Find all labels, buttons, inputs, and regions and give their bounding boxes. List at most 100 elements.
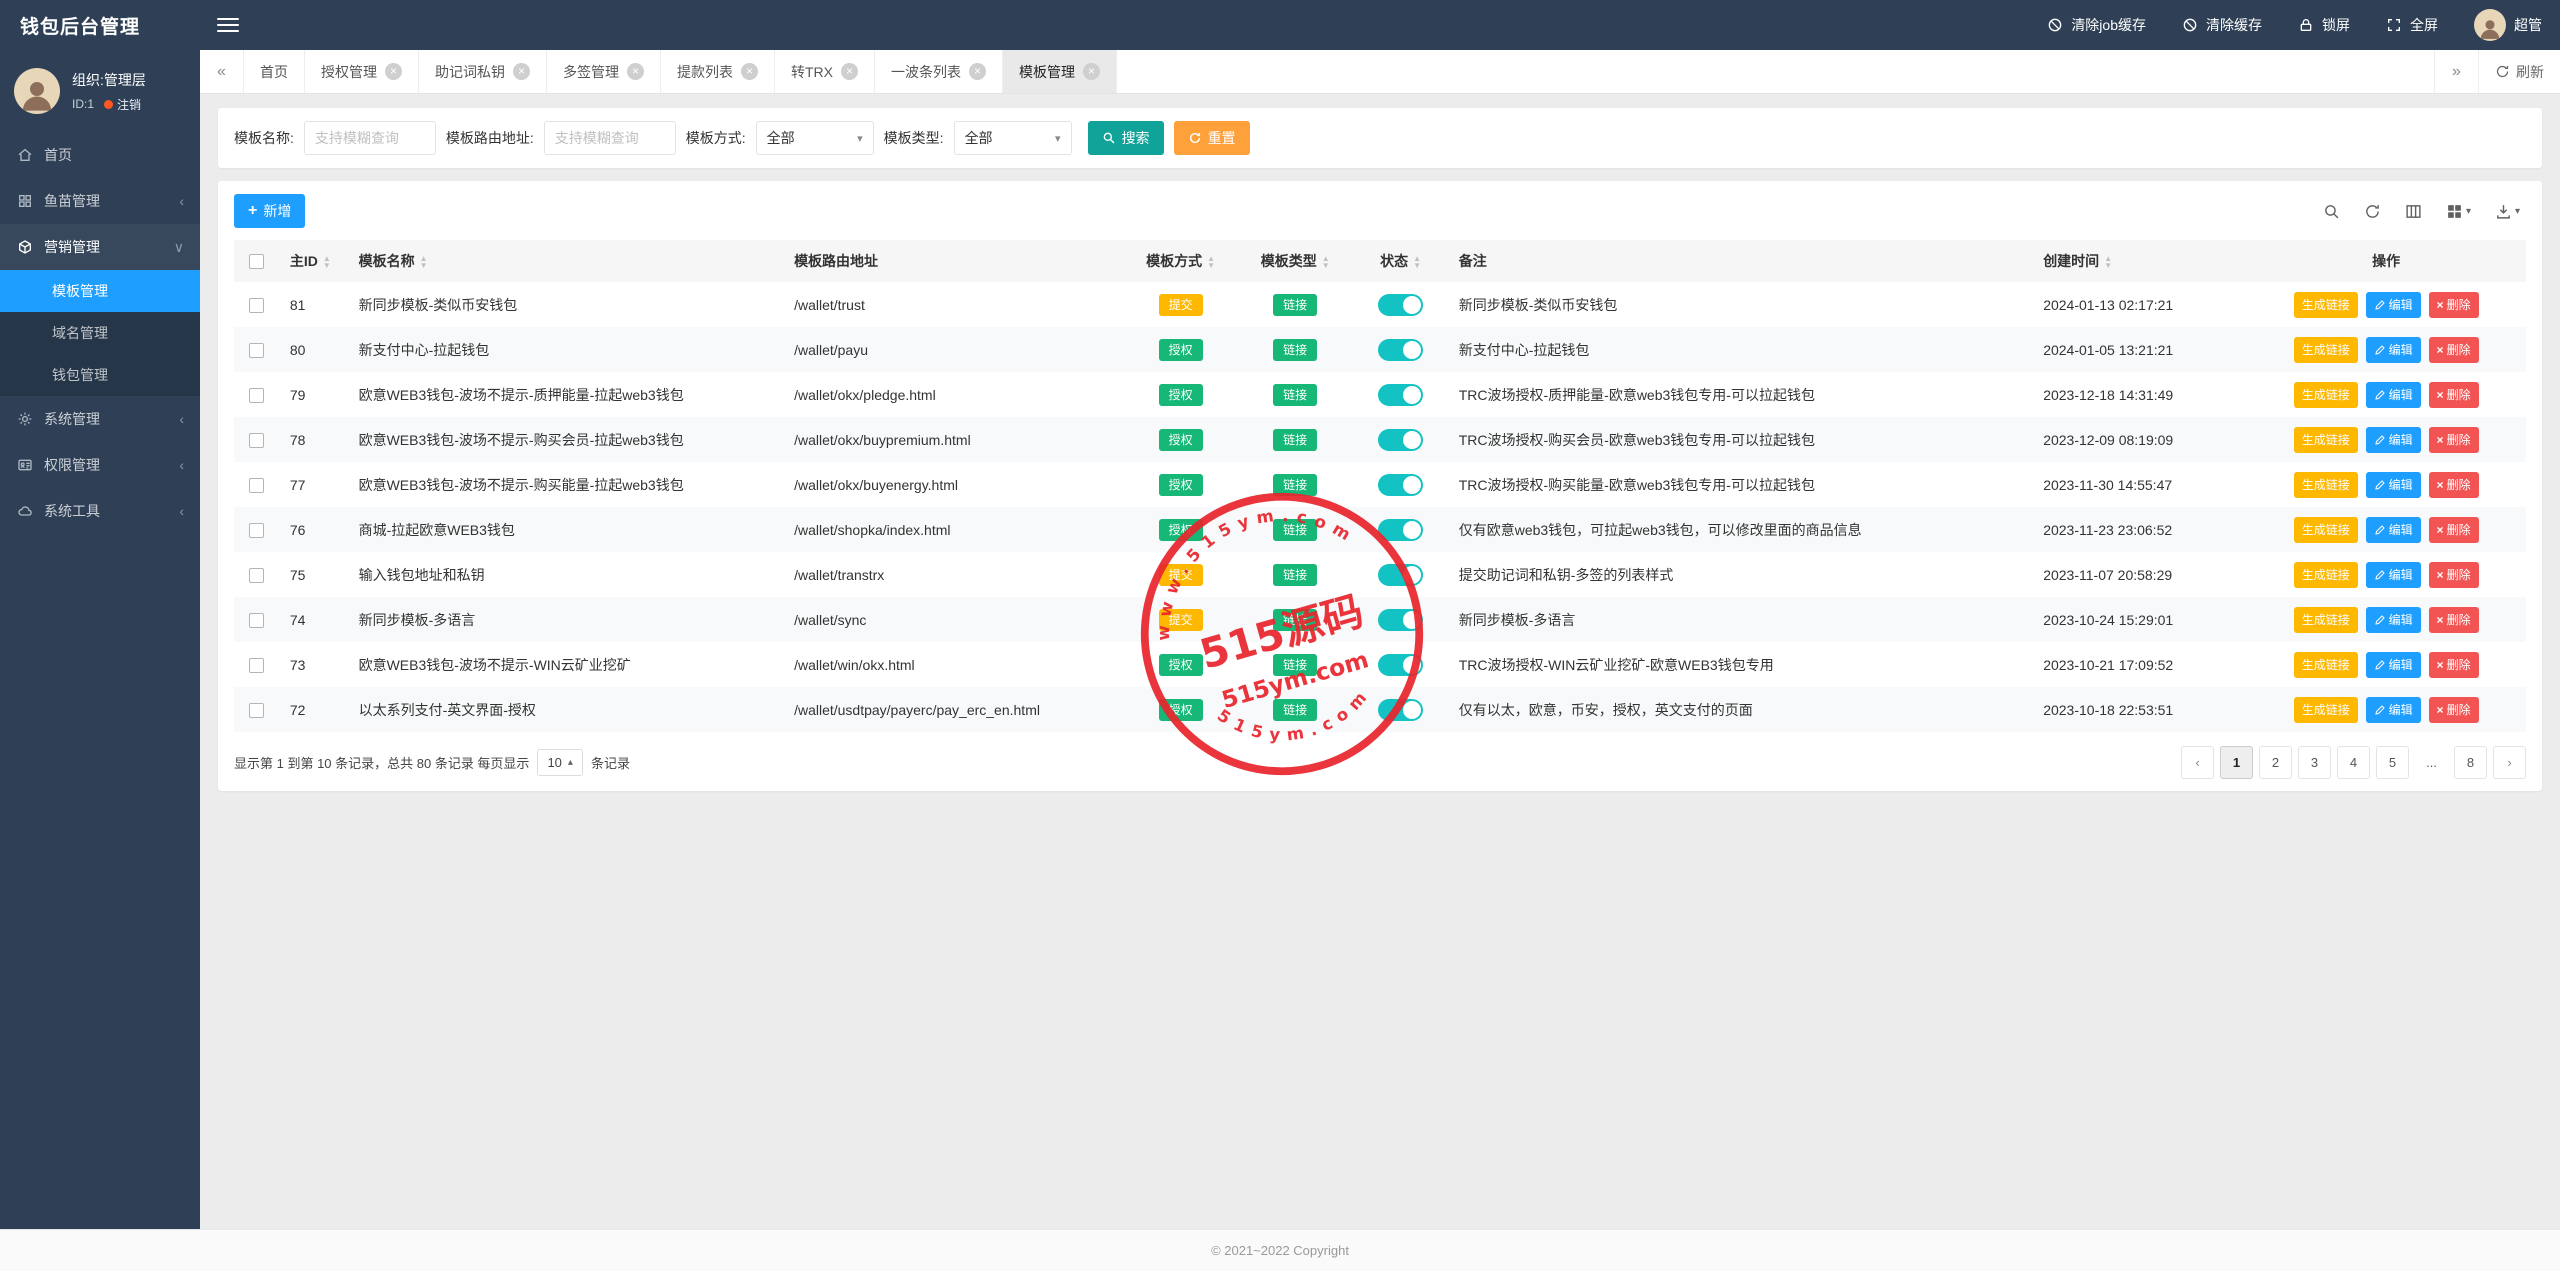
lock-screen-button[interactable]: 锁屏 [2280,0,2368,50]
generate-link-button[interactable]: 生成链接 [2294,292,2358,318]
status-toggle[interactable] [1378,654,1423,676]
column-header-8[interactable]: 创建时间▲▼ [2033,240,2246,282]
template-type-select[interactable]: 全部 ▾ [954,121,1072,155]
tab-多签管理[interactable]: 多签管理 × [547,50,661,93]
generate-link-button[interactable]: 生成链接 [2294,562,2358,588]
edit-button[interactable]: 编辑 [2366,292,2421,318]
tab-一波条列表[interactable]: 一波条列表 × [875,50,1003,93]
tab-close-icon[interactable]: × [741,63,758,80]
tab-close-icon[interactable]: × [1083,63,1100,80]
delete-button[interactable]: ×删除 [2429,652,2479,678]
row-checkbox[interactable] [249,523,264,538]
edit-button[interactable]: 编辑 [2366,697,2421,723]
row-checkbox[interactable] [249,703,264,718]
sort-icon[interactable]: ▲▼ [1413,255,1421,269]
status-toggle[interactable] [1378,294,1423,316]
edit-button[interactable]: 编辑 [2366,382,2421,408]
edit-button[interactable]: 编辑 [2366,472,2421,498]
tab-助记词私钥[interactable]: 助记词私钥 × [419,50,547,93]
sidebar-item-tools[interactable]: 系统工具 ‹ [0,488,200,534]
clear-job-cache-button[interactable]: 清除job缓存 [2029,0,2164,50]
delete-button[interactable]: ×删除 [2429,562,2479,588]
edit-button[interactable]: 编辑 [2366,562,2421,588]
clear-cache-button[interactable]: 清除缓存 [2164,0,2280,50]
search-button[interactable]: 搜索 [1088,121,1164,155]
edit-button[interactable]: 编辑 [2366,427,2421,453]
column-header-6[interactable]: 状态▲▼ [1352,240,1448,282]
page-button-1[interactable]: 1 [2220,746,2253,779]
sidebar-item-domain[interactable]: 域名管理 [0,312,200,354]
delete-button[interactable]: ×删除 [2429,337,2479,363]
template-name-input[interactable] [304,121,436,155]
sort-icon[interactable]: ▲▼ [323,255,331,269]
sidebar-item-fish[interactable]: 鱼苗管理 ‹ [0,178,200,224]
delete-button[interactable]: ×删除 [2429,607,2479,633]
reset-button[interactable]: 重置 [1174,121,1250,155]
delete-button[interactable]: ×删除 [2429,697,2479,723]
sidebar-toggle-button[interactable] [200,0,256,50]
table-search-button[interactable] [2323,203,2340,220]
delete-button[interactable]: ×删除 [2429,472,2479,498]
column-header-4[interactable]: 模板方式▲▼ [1123,240,1238,282]
tab-close-icon[interactable]: × [385,63,402,80]
generate-link-button[interactable]: 生成链接 [2294,652,2358,678]
row-checkbox[interactable] [249,433,264,448]
row-checkbox[interactable] [249,568,264,583]
row-checkbox[interactable] [249,298,264,313]
logout-button[interactable]: 注销 [104,96,141,113]
sidebar-item-permission[interactable]: 权限管理 ‹ [0,442,200,488]
status-toggle[interactable] [1378,699,1423,721]
delete-button[interactable]: ×删除 [2429,427,2479,453]
table-export-button[interactable]: ▾ [2495,203,2520,220]
select-all-checkbox[interactable] [249,254,264,269]
row-checkbox[interactable] [249,343,264,358]
status-toggle[interactable] [1378,429,1423,451]
sidebar-item-wallet[interactable]: 钱包管理 [0,354,200,396]
generate-link-button[interactable]: 生成链接 [2294,427,2358,453]
next-page-button[interactable]: › [2493,746,2526,779]
status-toggle[interactable] [1378,384,1423,406]
table-refresh-button[interactable] [2364,203,2381,220]
sort-icon[interactable]: ▲▼ [2104,255,2112,269]
status-toggle[interactable] [1378,564,1423,586]
sort-icon[interactable]: ▲▼ [420,255,428,269]
tab-close-icon[interactable]: × [969,63,986,80]
tab-close-icon[interactable]: × [841,63,858,80]
sidebar-item-template[interactable]: 模板管理 [0,270,200,312]
delete-button[interactable]: ×删除 [2429,517,2479,543]
generate-link-button[interactable]: 生成链接 [2294,607,2358,633]
page-button-2[interactable]: 2 [2259,746,2292,779]
template-route-input[interactable] [544,121,676,155]
generate-link-button[interactable]: 生成链接 [2294,697,2358,723]
sort-icon[interactable]: ▲▼ [1322,255,1330,269]
generate-link-button[interactable]: 生成链接 [2294,517,2358,543]
edit-button[interactable]: 编辑 [2366,607,2421,633]
sidebar-item-system[interactable]: 系统管理 ‹ [0,396,200,442]
tab-close-icon[interactable]: × [627,63,644,80]
page-button-8[interactable]: 8 [2454,746,2487,779]
generate-link-button[interactable]: 生成链接 [2294,382,2358,408]
user-menu[interactable]: 超管 [2456,0,2560,50]
page-button-5[interactable]: 5 [2376,746,2409,779]
row-checkbox[interactable] [249,613,264,628]
tab-close-icon[interactable]: × [513,63,530,80]
delete-button[interactable]: ×删除 [2429,382,2479,408]
fullscreen-button[interactable]: 全屏 [2368,0,2456,50]
tab-转TRX[interactable]: 转TRX × [775,50,875,93]
table-layout-button[interactable]: ▾ [2446,203,2471,220]
column-header-2[interactable]: 模板名称▲▼ [349,240,784,282]
column-header-1[interactable]: 主ID▲▼ [280,240,349,282]
tab-refresh-button[interactable]: 刷新 [2478,50,2560,93]
template-method-select[interactable]: 全部 ▾ [756,121,874,155]
prev-page-button[interactable]: ‹ [2181,746,2214,779]
generate-link-button[interactable]: 生成链接 [2294,472,2358,498]
row-checkbox[interactable] [249,388,264,403]
sidebar-item-marketing[interactable]: 营销管理 ∨ [0,224,200,270]
sort-icon[interactable]: ▲▼ [1207,255,1215,269]
column-header-5[interactable]: 模板类型▲▼ [1238,240,1353,282]
delete-button[interactable]: ×删除 [2429,292,2479,318]
row-checkbox[interactable] [249,478,264,493]
page-button-4[interactable]: 4 [2337,746,2370,779]
status-toggle[interactable] [1378,519,1423,541]
status-toggle[interactable] [1378,474,1423,496]
